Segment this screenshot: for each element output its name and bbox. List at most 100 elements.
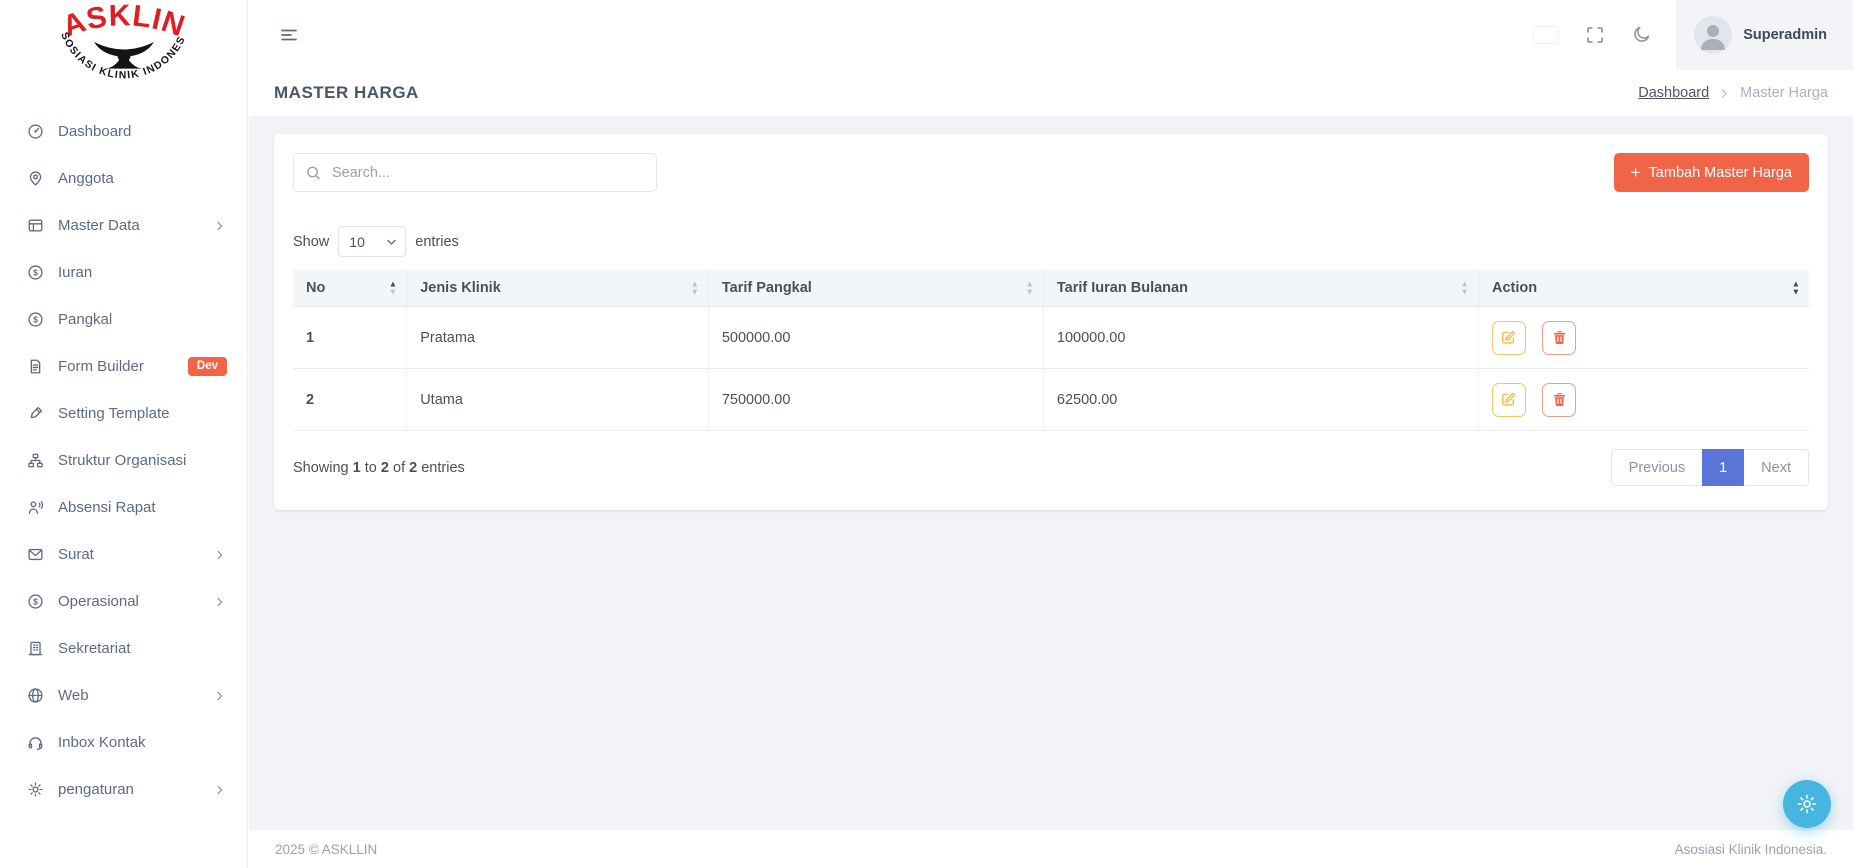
dark-mode-button[interactable] <box>1618 0 1664 70</box>
tambah-master-harga-button[interactable]: + Tambah Master Harga <box>1614 153 1809 192</box>
sort-icon: ▲▼ <box>1025 281 1033 296</box>
sidebar-item-pengaturan[interactable]: pengaturan <box>0 766 247 813</box>
cell-tarif-pangkal: 500000.00 <box>708 307 1043 369</box>
sidebar: ASKLIN ASOSIASI KLINIK INDONESIA Dashboa… <box>0 0 248 868</box>
pagination-previous-button[interactable]: Previous <box>1611 449 1703 486</box>
sort-icon: ▲▼ <box>1792 281 1800 296</box>
sidebar-item-dashboard[interactable]: Dashboard <box>0 108 247 155</box>
fullscreen-button[interactable] <box>1572 0 1618 70</box>
delete-button[interactable] <box>1542 383 1576 417</box>
envelope-icon <box>27 546 44 563</box>
search-input[interactable] <box>293 153 657 192</box>
sidebar-item-surat[interactable]: Surat <box>0 531 247 578</box>
add-button-label: Tambah Master Harga <box>1649 165 1792 181</box>
footer-copyright: 2025 © ASKLLIN <box>275 842 377 857</box>
column-header-jenis-klinik[interactable]: Jenis Klinik ▲▼ <box>407 270 709 307</box>
sidebar-item-label: Web <box>58 687 199 704</box>
sidebar-item-label: Sekretariat <box>58 640 227 657</box>
moon-icon <box>1631 25 1651 45</box>
column-header-no[interactable]: No ▲▼ <box>293 270 407 307</box>
edit-pencil-icon <box>1500 391 1517 408</box>
sort-icon: ▲▼ <box>389 281 397 296</box>
sidebar-item-web[interactable]: Web <box>0 672 247 719</box>
sidebar-item-label: Inbox Kontak <box>58 734 227 751</box>
user-name: Superadmin <box>1743 27 1827 43</box>
sidebar-item-label: Absensi Rapat <box>58 499 227 516</box>
sidebar-item-inbox-kontak[interactable]: Inbox Kontak <box>0 719 247 766</box>
column-header-tarif-pangkal[interactable]: Tarif Pangkal ▲▼ <box>708 270 1043 307</box>
sidebar-item-form-builder[interactable]: Form Builder Dev <box>0 343 247 390</box>
svg-text:$: $ <box>33 597 38 607</box>
sidebar-item-operasional[interactable]: $ Operasional <box>0 578 247 625</box>
headset-icon <box>27 734 44 751</box>
info-to: 2 <box>381 460 389 476</box>
globe-icon <box>27 687 44 704</box>
dollar-coin-icon: $ <box>27 311 44 328</box>
brush-icon <box>27 405 44 422</box>
info-total: 2 <box>409 460 417 476</box>
cell-action <box>1478 307 1809 369</box>
page-title: MASTER HARGA <box>274 83 419 103</box>
document-icon <box>27 358 44 375</box>
sidebar-item-iuran[interactable]: $ Iuran <box>0 249 247 296</box>
sidebar-toggle-button[interactable] <box>279 0 312 70</box>
user-menu[interactable]: Superadmin <box>1676 0 1853 70</box>
main-area: Superadmin MASTER HARGA Dashboard Master… <box>249 0 1853 868</box>
delete-button[interactable] <box>1542 321 1576 355</box>
sidebar-item-absensi-rapat[interactable]: Absensi Rapat <box>0 484 247 531</box>
page-size-control: Show 10 entries <box>293 226 1809 257</box>
sidebar-item-master-data[interactable]: Master Data <box>0 202 247 249</box>
sidebar-item-sekretariat[interactable]: Sekretariat <box>0 625 247 672</box>
map-pin-icon <box>27 170 44 187</box>
sidebar-item-label: Anggota <box>58 170 227 187</box>
sidebar-nav: Dashboard Anggota Master Data $ Iuran <box>0 106 247 813</box>
app-logo[interactable]: ASKLIN ASOSIASI KLINIK INDONESIA <box>0 0 247 106</box>
cell-no: 1 <box>293 307 407 369</box>
breadcrumb: Dashboard Master Harga <box>1638 85 1828 101</box>
theme-settings-fab[interactable] <box>1783 780 1831 828</box>
user-icon <box>1694 16 1732 54</box>
language-flag-button[interactable] <box>1520 0 1572 70</box>
column-header-action[interactable]: Action ▲▼ <box>1478 270 1809 307</box>
sidebar-item-struktur-organisasi[interactable]: Struktur Organisasi <box>0 437 247 484</box>
pagination: Previous 1 Next <box>1611 449 1809 486</box>
sidebar-item-label: pengaturan <box>58 781 199 798</box>
breadcrumb-current: Master Harga <box>1740 85 1828 101</box>
logo-title: ASKLIN <box>58 2 189 43</box>
gear-icon <box>1796 793 1818 815</box>
show-label: Show <box>293 234 329 250</box>
chevron-right-icon <box>213 689 227 703</box>
table-row: 2 Utama 750000.00 62500.00 <box>293 369 1809 431</box>
dollar-coin-icon: $ <box>27 593 44 610</box>
pagination-next-button[interactable]: Next <box>1743 449 1809 486</box>
breadcrumb-dashboard-link[interactable]: Dashboard <box>1638 85 1709 101</box>
sidebar-item-anggota[interactable]: Anggota <box>0 155 247 202</box>
sidebar-item-label: Struktur Organisasi <box>58 452 227 469</box>
svg-text:$: $ <box>33 315 38 325</box>
sidebar-item-pangkal[interactable]: $ Pangkal <box>0 296 247 343</box>
sort-icon: ▲▼ <box>1461 281 1469 296</box>
gear-icon <box>27 781 44 798</box>
page-size-select[interactable]: 10 <box>338 226 406 257</box>
person-voice-icon <box>27 499 44 516</box>
pagination-page-1-button[interactable]: 1 <box>1702 449 1744 486</box>
sitemap-icon <box>27 452 44 469</box>
cell-tarif-iuran-bulanan: 62500.00 <box>1043 369 1478 431</box>
master-harga-table: No ▲▼ Jenis Klinik ▲▼ Tarif Pangkal ▲▼ <box>293 270 1809 431</box>
topbar: Superadmin <box>249 0 1853 70</box>
edit-button[interactable] <box>1492 321 1526 355</box>
column-header-tarif-iuran-bulanan[interactable]: Tarif Iuran Bulanan ▲▼ <box>1043 270 1478 307</box>
breadcrumb-chevron-icon <box>1718 87 1731 100</box>
topbar-actions: Superadmin <box>1520 0 1853 70</box>
hamburger-icon <box>279 25 299 45</box>
svg-text:$: $ <box>33 268 38 278</box>
edit-button[interactable] <box>1492 383 1526 417</box>
master-harga-card: + Tambah Master Harga Show 10 entries <box>274 134 1828 510</box>
sidebar-item-label: Surat <box>58 546 199 563</box>
sidebar-item-label: Operasional <box>58 593 199 610</box>
search-icon <box>305 164 322 181</box>
table-header-row: No ▲▼ Jenis Klinik ▲▼ Tarif Pangkal ▲▼ <box>293 270 1809 307</box>
page-size-select-wrap: 10 <box>338 226 406 257</box>
footer-org-name: Asosiasi Klinik Indonesia. <box>1675 842 1827 857</box>
sidebar-item-setting-template[interactable]: Setting Template <box>0 390 247 437</box>
